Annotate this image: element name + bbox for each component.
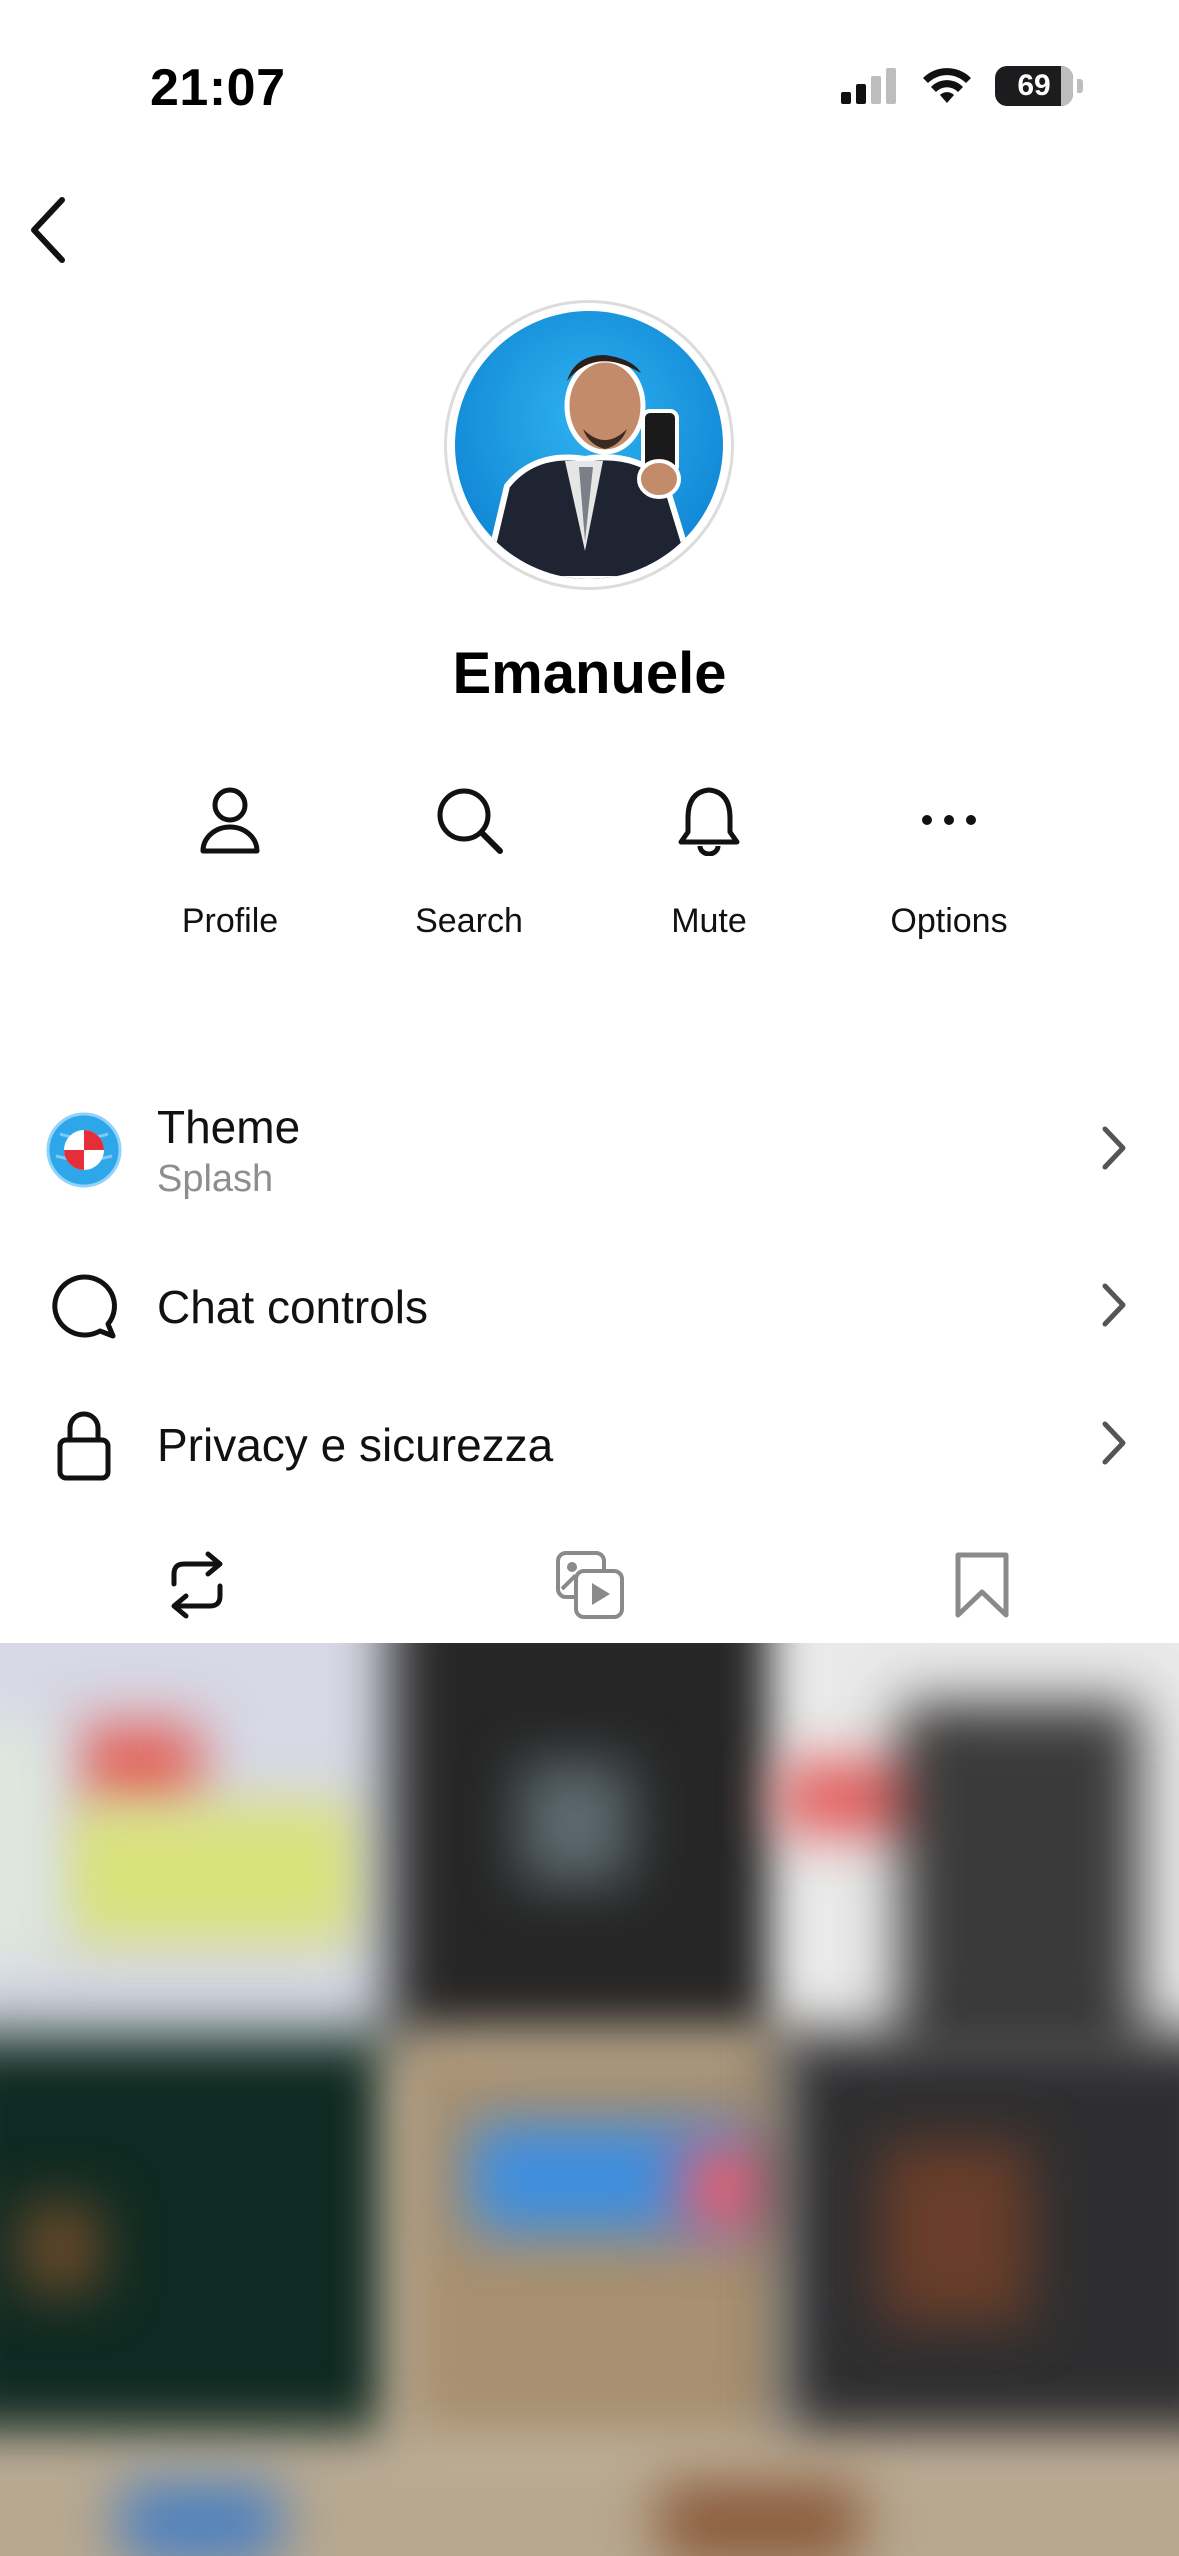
search-button-label: Search	[415, 902, 523, 940]
back-button[interactable]	[22, 192, 92, 268]
profile-button[interactable]: Profile	[110, 780, 350, 941]
theme-ball-icon	[46, 1112, 122, 1188]
media-tab[interactable]	[545, 1540, 635, 1630]
mute-button-label: Mute	[671, 902, 747, 940]
options-button[interactable]: Options	[829, 780, 1069, 941]
profile-name: Emanuele	[452, 641, 727, 706]
lock-icon	[57, 1411, 111, 1481]
more-icon	[922, 815, 976, 825]
chevron-left-icon	[31, 197, 65, 263]
chat-bubble-icon	[52, 1274, 117, 1339]
status-icons: 69	[841, 66, 1083, 106]
chevron-right-icon	[1102, 1421, 1126, 1464]
chevron-right-icon	[1102, 1283, 1126, 1326]
chevron-right-icon	[1102, 1126, 1126, 1169]
wifi-icon	[923, 68, 971, 103]
search-button[interactable]: Search	[349, 780, 589, 941]
bell-icon	[678, 787, 740, 856]
shared-posts-tab[interactable]	[152, 1540, 242, 1630]
media-icon	[556, 1551, 624, 1619]
settings-row-chat-controls[interactable]: Chat controls	[0, 1252, 1179, 1362]
chat-controls-title: Chat controls	[157, 1281, 429, 1333]
settings-row-privacy[interactable]: Privacy e sicurezza	[0, 1390, 1179, 1500]
saved-tab[interactable]	[937, 1540, 1027, 1630]
cellular-signal-icon	[841, 68, 896, 104]
privacy-title: Privacy e sicurezza	[157, 1419, 554, 1471]
battery-icon: 69	[995, 66, 1073, 106]
mute-button[interactable]: Mute	[589, 780, 829, 941]
avatar[interactable]	[455, 311, 723, 579]
profile-button-label: Profile	[181, 902, 279, 940]
person-icon	[200, 787, 260, 854]
settings-row-theme[interactable]: Theme Splash	[0, 1090, 1179, 1210]
media-grid	[0, 1643, 1179, 2556]
bookmark-icon	[955, 1552, 1009, 1618]
theme-title: Theme	[157, 1100, 301, 1153]
options-button-label: Options	[890, 902, 1008, 940]
battery-level: 69	[1017, 69, 1051, 102]
repost-icon	[171, 1551, 223, 1619]
status-time: 21:07	[150, 59, 286, 117]
theme-subtitle: Splash	[157, 1157, 274, 1200]
search-icon	[437, 788, 503, 854]
